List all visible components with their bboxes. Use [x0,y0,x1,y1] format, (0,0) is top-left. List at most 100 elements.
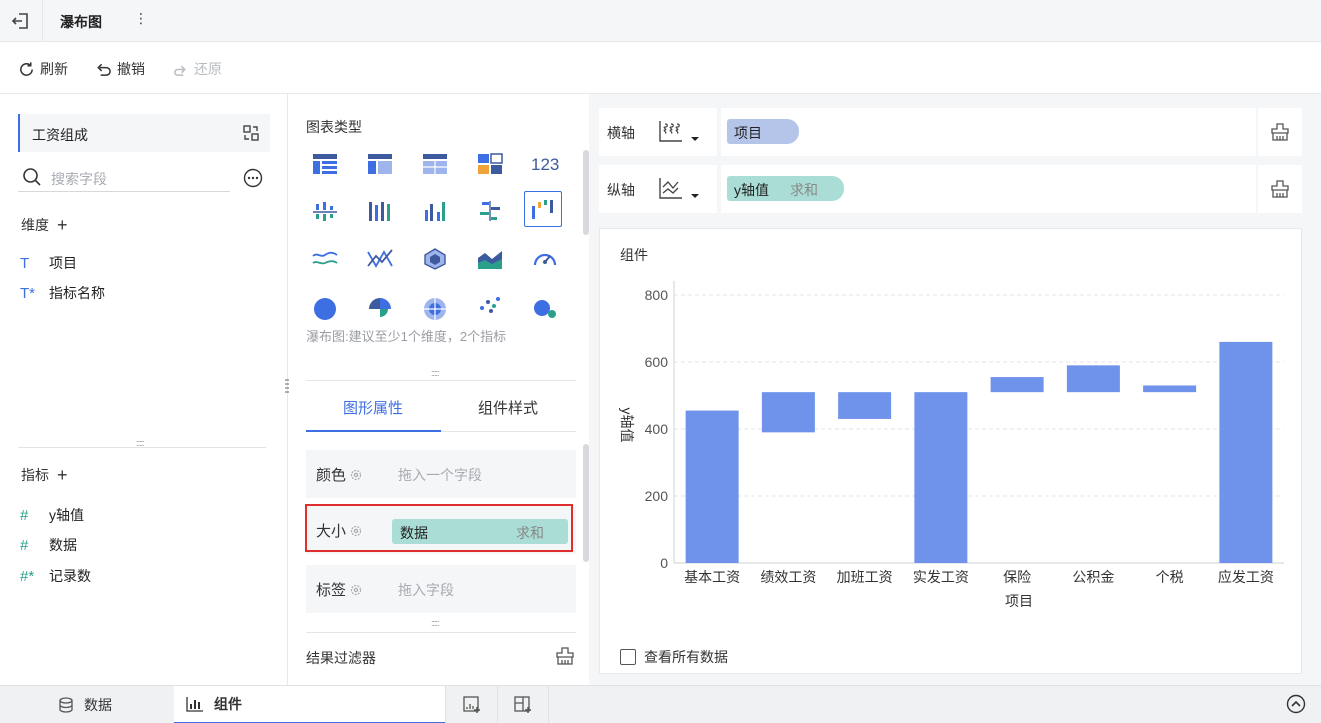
measures-header: 指标 + [21,465,68,485]
add-dashboard-icon[interactable] [513,695,533,718]
radar-chart-icon[interactable] [416,241,454,277]
stacked-bar-chart-icon[interactable] [361,193,399,229]
splitter-grip-icon[interactable]: ::::: [431,618,439,628]
number-field-icon: # [20,506,29,524]
kpi-card-icon[interactable] [471,146,509,182]
area-chart-icon[interactable] [471,241,509,277]
number-field-icon: # [20,536,29,554]
undo-label: 撤销 [117,61,145,77]
label-property-label: 标签 [316,579,363,600]
waterfall-chart: 0 200 400 600 800 基本工资 绩效工资 加班工资 实发工资 保险 公积金 个税 应发工资… [619,281,1284,609]
view-all-data-checkbox[interactable]: 查看所有数据 [620,647,728,667]
divider [717,165,721,213]
tab-component-style[interactable]: 组件样式 [478,397,538,418]
scatter-chart-icon[interactable] [471,289,509,321]
refresh-icon [20,61,33,76]
waterfall-bar [1066,365,1120,393]
y-axis-field-aggregation[interactable]: 求和 [790,180,818,200]
dimension-field[interactable]: T 项目 [20,253,77,273]
tab-graphic-properties[interactable]: 图形属性 [343,397,403,418]
waterfall-chart-icon[interactable] [524,191,562,227]
waterfall-bar [1219,341,1273,563]
x-tick-label: 绩效工资 [760,569,816,585]
title-separator [42,0,43,42]
x-axis-row: 横轴 项目 [599,108,1302,156]
divider [445,686,446,723]
gauge-chart-icon[interactable] [526,241,564,277]
collapse-up-icon[interactable] [1286,694,1306,717]
label-property-slot[interactable]: 标签 拖入字段 [306,565,576,613]
tab-component[interactable]: 组件 [174,686,445,723]
x-axis-field-pill[interactable]: 项目 [727,119,799,144]
calculated-text-field-icon: T* [20,284,35,302]
measure-field[interactable]: # y轴值 [20,505,84,525]
y-axis-field-pill[interactable]: y轴值 求和 [727,176,844,201]
table-chart-icon[interactable] [306,146,344,182]
crosstab-chart-icon[interactable] [361,146,399,182]
drop-field-placeholder: 拖入一个字段 [398,467,482,483]
filter-icon[interactable] [1270,122,1290,145]
redo-button[interactable]: 还原 [172,59,222,79]
measure-field[interactable]: #* 记录数 [20,566,91,586]
field-panel: 工资组成 搜索字段 维度 + T 项目 T* 指标名称 ::::: 指标 + #… [0,94,288,685]
tab-component-label: 组件 [214,696,242,712]
y-axis-type-icon[interactable] [657,175,701,206]
add-dimension-icon[interactable]: + [57,216,68,234]
x-axis-label: 横轴 [607,125,635,141]
divider [548,686,549,723]
sunburst-chart-icon[interactable] [416,289,454,321]
undo-button[interactable]: 撤销 [95,59,145,79]
polyline-chart-icon[interactable] [361,241,399,277]
more-options-icon[interactable] [243,168,263,191]
dimensions-header: 维度 + [21,215,68,235]
more-menu-icon[interactable]: ⋮ [134,10,148,27]
tab-data[interactable]: 数据 [58,686,122,723]
waterfall-bar [914,392,968,563]
add-component-icon[interactable] [462,695,482,718]
divider [306,380,576,381]
column-chart-icon[interactable] [416,193,454,229]
color-property-slot[interactable]: 颜色 拖入一个字段 [306,450,576,498]
switch-dataset-icon[interactable] [242,124,260,145]
number-card-icon[interactable]: 123 [526,146,564,182]
field-label: 记录数 [49,568,91,584]
field-search-input[interactable]: 搜索字段 [18,164,230,192]
detail-table-icon[interactable] [416,146,454,182]
splitter-grip-icon[interactable]: ::::: [431,368,439,378]
text-field-icon: T [20,254,30,272]
x-axis-type-icon[interactable] [657,118,701,149]
field-label: 项目 [49,255,77,271]
y-axis-row: 纵轴 y轴值 求和 [599,165,1302,213]
exit-icon[interactable] [10,10,32,32]
divider [497,686,498,723]
divider [1256,165,1258,213]
bar-chart-icon [186,697,203,712]
filter-icon[interactable] [555,646,575,669]
dataset-selector[interactable]: 工资组成 [18,114,270,152]
checkbox-icon[interactable] [620,649,636,665]
waterfall-bar [1143,385,1197,393]
bubble-chart-icon[interactable] [526,289,564,321]
horizontal-bar-chart-icon[interactable] [471,193,509,229]
rose-chart-icon[interactable] [361,289,399,321]
add-measure-icon[interactable]: + [57,466,68,484]
line-chart-icon[interactable] [306,241,344,277]
pie-chart-icon[interactable] [306,289,344,321]
settings-icon [350,584,362,595]
chart-config-panel: 图表类型 123 瀑布图:建议至少1个维度，2个指标::::: 图形属性 组件… [289,94,589,685]
filter-icon[interactable] [1270,179,1290,202]
highlight-box [305,504,573,552]
grouped-bar-chart-icon[interactable] [306,193,344,229]
dataset-name: 工资组成 [32,127,88,143]
redo-icon [174,65,186,76]
dimensions-label: 维度 [21,217,49,233]
y-tick-label: 0 [660,555,668,571]
divider [1256,108,1258,156]
refresh-button[interactable]: 刷新 [18,59,68,79]
redo-label: 还原 [194,61,222,77]
dimension-field[interactable]: T* 指标名称 [20,283,105,303]
chart-type-hint: 瀑布图:建议至少1个维度，2个指标 [306,329,507,344]
splitter-grip-icon[interactable]: ::::: [136,438,144,448]
measure-field[interactable]: # 数据 [20,535,77,555]
measures-label: 指标 [21,467,49,483]
